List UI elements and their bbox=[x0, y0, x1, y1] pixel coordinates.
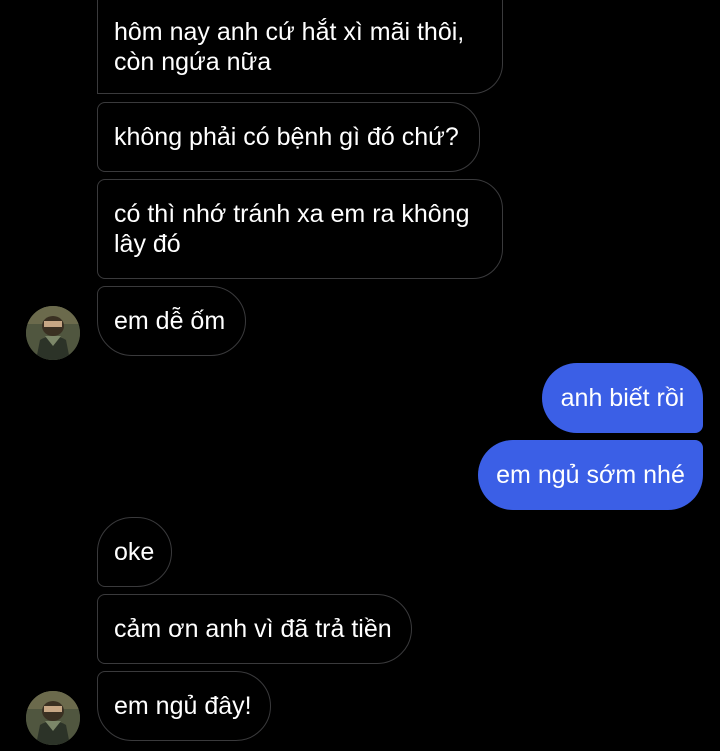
message-bubble-incoming[interactable]: oke bbox=[97, 517, 172, 587]
message-text: hôm nay anh cứ hắt xì mãi thôi, còn ngứa… bbox=[114, 17, 465, 76]
avatar-icon bbox=[26, 306, 80, 360]
message-text: em ngủ đây! bbox=[114, 692, 252, 720]
message-bubble-incoming[interactable]: cảm ơn anh vì đã trả tiền bbox=[97, 594, 412, 664]
message-bubble-incoming[interactable]: có thì nhớ tránh xa em ra không lây đó bbox=[97, 179, 503, 279]
message-bubble-incoming[interactable]: em ngủ đây! bbox=[97, 671, 271, 741]
message-text: em dễ ốm bbox=[114, 307, 226, 335]
message-bubble-incoming[interactable]: hôm nay anh cứ hắt xì mãi thôi, còn ngứa… bbox=[97, 0, 503, 94]
message-text: em ngủ sớm nhé bbox=[496, 461, 685, 489]
avatar-icon bbox=[26, 691, 80, 745]
message-bubble-incoming[interactable]: em dễ ốm bbox=[97, 286, 246, 356]
message-text: có thì nhớ tránh xa em ra không lây đó bbox=[114, 200, 470, 258]
message-bubble-outgoing[interactable]: anh biết rồi bbox=[542, 363, 703, 433]
contact-avatar[interactable] bbox=[26, 306, 80, 360]
message-text: anh biết rồi bbox=[560, 384, 685, 412]
message-text: không phải có bệnh gì đó chứ? bbox=[114, 123, 459, 151]
contact-avatar[interactable] bbox=[26, 691, 80, 745]
message-text: oke bbox=[114, 538, 155, 566]
message-text: cảm ơn anh vì đã trả tiền bbox=[114, 615, 392, 643]
message-bubble-incoming[interactable]: không phải có bệnh gì đó chứ? bbox=[97, 102, 480, 172]
message-bubble-outgoing[interactable]: em ngủ sớm nhé bbox=[478, 440, 703, 510]
